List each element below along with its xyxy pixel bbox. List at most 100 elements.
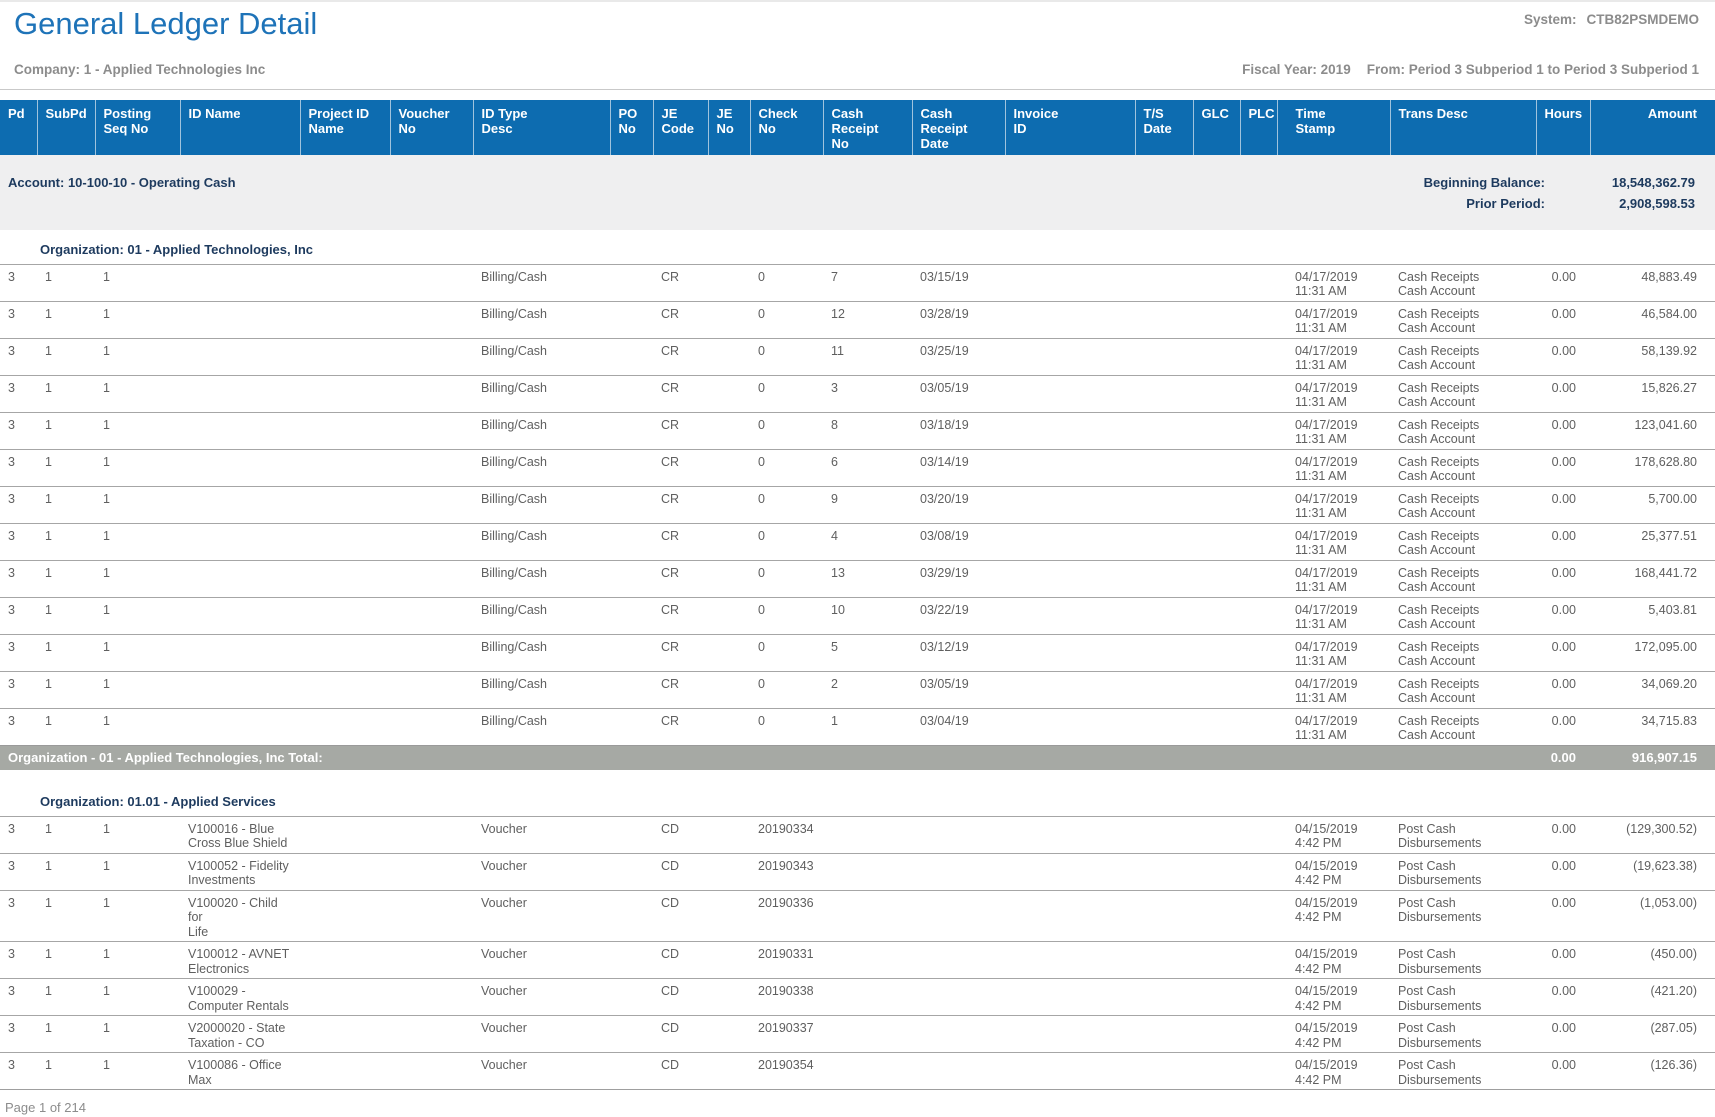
cell-project_id_name	[300, 942, 390, 979]
cell-je_code: CR	[653, 523, 708, 560]
cell-ts_date	[1135, 890, 1193, 942]
cell-glc	[1193, 816, 1240, 853]
cell-cash_receipt_date: 03/05/19	[912, 671, 1005, 708]
cell-check_no: 20190354	[750, 1053, 823, 1090]
table-row: 311Billing/CashCR0603/14/1904/17/2019 11…	[0, 449, 1715, 486]
col-header-id_name: ID Name	[180, 100, 300, 155]
cell-trans_desc: Cash Receipts Cash Account	[1390, 486, 1536, 523]
cell-po_no	[610, 634, 653, 671]
cell-hours: 0.00	[1536, 523, 1590, 560]
cell-posting_seq_no: 1	[95, 816, 180, 853]
table-row: 311V100012 - AVNET ElectronicsVoucherCD2…	[0, 942, 1715, 979]
cell-trans_desc: Cash Receipts Cash Account	[1390, 375, 1536, 412]
cell-invoice_id	[1005, 942, 1135, 979]
cell-id_type_desc: Voucher	[473, 816, 610, 853]
cell-trans_desc: Cash Receipts Cash Account	[1390, 597, 1536, 634]
cell-time_stamp: 04/17/2019 11:31 AM	[1277, 375, 1390, 412]
cell-po_no	[610, 375, 653, 412]
cell-cash_receipt_date	[912, 1016, 1005, 1053]
cell-je_no	[708, 597, 750, 634]
cell-glc	[1193, 449, 1240, 486]
cell-glc	[1193, 597, 1240, 634]
cell-po_no	[610, 523, 653, 560]
cell-invoice_id	[1005, 853, 1135, 890]
cell-ts_date	[1135, 597, 1193, 634]
cell-check_no: 0	[750, 449, 823, 486]
cell-cash_receipt_date	[912, 890, 1005, 942]
cell-hours: 0.00	[1536, 560, 1590, 597]
account-band: Account: 10-100-10 - Operating Cash Begi…	[0, 170, 1715, 216]
cell-id_name	[180, 634, 300, 671]
cell-subpd: 1	[37, 560, 95, 597]
cell-je_code: CD	[653, 816, 708, 853]
beginning-balance-label: Beginning Balance:	[1424, 176, 1545, 195]
cell-project_id_name	[300, 816, 390, 853]
cell-plc	[1240, 375, 1277, 412]
cell-glc	[1193, 560, 1240, 597]
cell-trans_desc: Post Cash Disbursements	[1390, 816, 1536, 853]
cell-pd: 3	[0, 816, 37, 853]
cell-po_no	[610, 264, 653, 301]
cell-voucher_no	[390, 375, 473, 412]
cell-plc	[1240, 1016, 1277, 1053]
col-header-cash_receipt_no: Cash Receipt No	[823, 100, 912, 155]
cell-cash_receipt_no: 7	[823, 264, 912, 301]
cell-project_id_name	[300, 634, 390, 671]
cell-subpd: 1	[37, 1053, 95, 1090]
org-label: Organization: 01 - Applied Technologies,…	[0, 230, 1715, 264]
cell-je_code: CR	[653, 708, 708, 745]
company-line: Company: 1 - Applied Technologies Inc	[14, 62, 265, 77]
cell-hours: 0.00	[1536, 486, 1590, 523]
cell-time_stamp: 04/17/2019 11:31 AM	[1277, 523, 1390, 560]
prior-period-value: 2,908,598.53	[1545, 197, 1695, 216]
cell-ts_date	[1135, 338, 1193, 375]
cell-posting_seq_no: 1	[95, 449, 180, 486]
cell-amount: 5,403.81	[1590, 597, 1715, 634]
cell-cash_receipt_date: 03/15/19	[912, 264, 1005, 301]
cell-cash_receipt_date	[912, 979, 1005, 1016]
cell-po_no	[610, 708, 653, 745]
cell-check_no: 0	[750, 486, 823, 523]
cell-voucher_no	[390, 890, 473, 942]
cell-invoice_id	[1005, 449, 1135, 486]
table-row: 311V2000020 - State Taxation - COVoucher…	[0, 1016, 1715, 1053]
cell-cash_receipt_no: 5	[823, 634, 912, 671]
cell-posting_seq_no: 1	[95, 979, 180, 1016]
cell-cash_receipt_no	[823, 979, 912, 1016]
cell-pd: 3	[0, 560, 37, 597]
cell-id_type_desc: Voucher	[473, 1016, 610, 1053]
cell-check_no: 20190331	[750, 942, 823, 979]
cell-je_code: CR	[653, 634, 708, 671]
col-header-hours: Hours	[1536, 100, 1590, 155]
cell-time_stamp: 04/17/2019 11:31 AM	[1277, 560, 1390, 597]
cell-trans_desc: Cash Receipts Cash Account	[1390, 412, 1536, 449]
cell-je_no	[708, 708, 750, 745]
cell-invoice_id	[1005, 264, 1135, 301]
cell-invoice_id	[1005, 890, 1135, 942]
cell-subpd: 1	[37, 853, 95, 890]
cell-cash_receipt_date: 03/22/19	[912, 597, 1005, 634]
cell-time_stamp: 04/17/2019 11:31 AM	[1277, 486, 1390, 523]
cell-je_no	[708, 979, 750, 1016]
cell-voucher_no	[390, 412, 473, 449]
cell-time_stamp: 04/17/2019 11:31 AM	[1277, 597, 1390, 634]
cell-id_type_desc: Billing/Cash	[473, 523, 610, 560]
cell-invoice_id	[1005, 301, 1135, 338]
cell-je_code: CR	[653, 375, 708, 412]
cell-project_id_name	[300, 597, 390, 634]
cell-cash_receipt_date: 03/29/19	[912, 560, 1005, 597]
cell-trans_desc: Cash Receipts Cash Account	[1390, 301, 1536, 338]
cell-subpd: 1	[37, 301, 95, 338]
org-header-row: Organization: 01.01 - Applied Services	[0, 782, 1715, 816]
cell-hours: 0.00	[1536, 301, 1590, 338]
cell-hours: 0.00	[1536, 597, 1590, 634]
col-header-je_no: JE No	[708, 100, 750, 155]
cell-cash_receipt_date: 03/08/19	[912, 523, 1005, 560]
cell-voucher_no	[390, 671, 473, 708]
org-header-row: Organization: 01 - Applied Technologies,…	[0, 230, 1715, 264]
cell-id_type_desc: Billing/Cash	[473, 597, 610, 634]
cell-posting_seq_no: 1	[95, 1053, 180, 1090]
account-label: Account: 10-100-10 - Operating Cash	[8, 176, 236, 216]
cell-trans_desc: Cash Receipts Cash Account	[1390, 671, 1536, 708]
cell-check_no: 0	[750, 338, 823, 375]
